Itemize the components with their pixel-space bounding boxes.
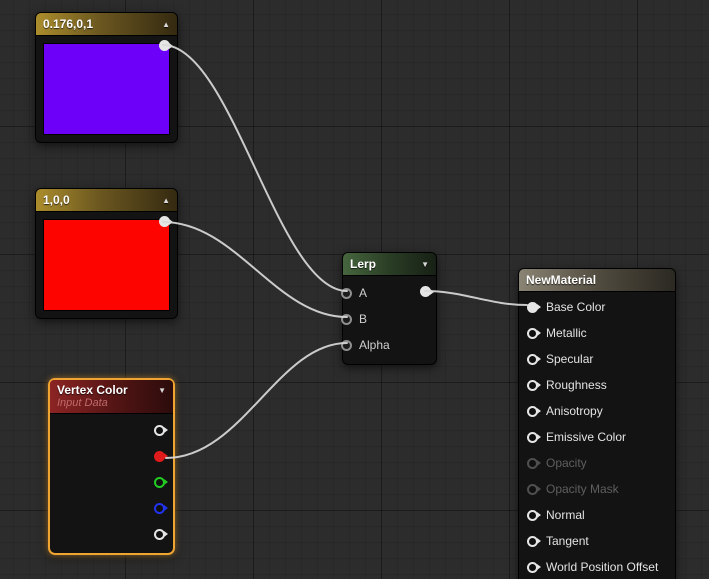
constant-color-node-red[interactable]: 1,0,0 ▲ — [35, 188, 178, 319]
lerp-input-pin-b[interactable] — [341, 313, 352, 325]
material-input-row[interactable]: Tangent — [519, 528, 675, 554]
output-pin[interactable] — [159, 216, 170, 227]
vertex-output-row-a — [50, 521, 173, 547]
material-input-row[interactable]: Normal — [519, 502, 675, 528]
node-body: Base Color Metallic Specular Roughness A… — [519, 292, 675, 579]
color-swatch[interactable] — [43, 219, 170, 311]
vertex-output-row-g — [50, 469, 173, 495]
collapse-down-icon[interactable]: ▼ — [158, 386, 166, 395]
input-pin-opacity-mask[interactable] — [527, 483, 538, 495]
lerp-input-row-alpha: Alpha — [341, 332, 436, 358]
g-output-pin[interactable] — [154, 476, 165, 488]
node-header[interactable]: Lerp ▼ — [343, 253, 436, 276]
material-input-row[interactable]: Specular — [519, 346, 675, 372]
input-pin-base-color[interactable] — [527, 301, 538, 313]
vertex-output-row-r — [50, 443, 173, 469]
a-output-pin[interactable] — [154, 528, 165, 540]
collapse-up-icon[interactable]: ▲ — [162, 20, 170, 29]
material-result-node[interactable]: NewMaterial Base Color Metallic Specular… — [518, 268, 676, 579]
wire-red-to-lerp-b[interactable] — [162, 221, 348, 318]
node-body — [36, 212, 177, 318]
input-pin-world-position-offset[interactable] — [527, 561, 538, 573]
lerp-input-label: B — [359, 312, 368, 326]
material-input-label: Normal — [546, 508, 585, 522]
node-header[interactable]: 0.176,0,1 ▲ — [36, 13, 177, 36]
output-pin[interactable] — [420, 286, 431, 297]
material-input-label: Emissive Color — [546, 430, 627, 444]
material-input-label: Metallic — [546, 326, 587, 340]
node-title: NewMaterial — [526, 273, 597, 287]
r-output-pin[interactable] — [154, 450, 165, 462]
wire-lerp-to-basecolor[interactable] — [424, 290, 528, 306]
rgb-output-pin[interactable] — [154, 424, 165, 436]
material-input-row[interactable]: Base Color — [519, 294, 675, 320]
input-pin-tangent[interactable] — [527, 535, 538, 547]
color-swatch[interactable] — [43, 43, 170, 135]
lerp-input-label: A — [359, 286, 368, 300]
node-header[interactable]: Vertex Color ▼ Input Data — [50, 380, 173, 414]
node-body — [36, 36, 177, 142]
lerp-input-pin-alpha[interactable] — [341, 339, 352, 351]
input-pin-normal[interactable] — [527, 509, 538, 521]
vertex-output-row-rgb — [50, 417, 173, 443]
material-input-row[interactable]: Opacity Mask — [519, 476, 675, 502]
vertex-color-node[interactable]: Vertex Color ▼ Input Data — [48, 378, 175, 555]
b-output-pin[interactable] — [154, 502, 165, 514]
node-subtitle: Input Data — [57, 397, 108, 409]
material-input-row[interactable]: Anisotropy — [519, 398, 675, 424]
material-input-label: Tangent — [546, 534, 589, 548]
input-pin-roughness[interactable] — [527, 379, 538, 391]
node-title: Lerp — [350, 257, 377, 271]
wire-purple-to-lerp-a[interactable] — [162, 44, 348, 292]
material-input-label: Specular — [546, 352, 594, 366]
node-body: A B Alpha — [341, 276, 436, 364]
wire-vertexcolor-r-to-lerp-alpha[interactable] — [165, 342, 348, 459]
material-input-row[interactable]: World Position Offset — [519, 554, 675, 579]
node-header[interactable]: NewMaterial — [519, 269, 675, 292]
material-input-label: Roughness — [546, 378, 607, 392]
collapse-down-icon[interactable]: ▼ — [421, 260, 429, 269]
node-title: 1,0,0 — [43, 193, 70, 207]
material-input-label: Opacity Mask — [546, 482, 619, 496]
material-graph-canvas[interactable]: 0.176,0,1 ▲ 1,0,0 ▲ Lerp ▼ A B Alpha Ver… — [0, 0, 709, 579]
input-pin-anisotropy[interactable] — [527, 405, 538, 417]
node-title: Vertex Color — [57, 383, 128, 397]
material-input-label: Anisotropy — [546, 404, 603, 418]
material-input-row[interactable]: Emissive Color — [519, 424, 675, 450]
lerp-input-pin-a[interactable] — [341, 287, 352, 299]
node-title: 0.176,0,1 — [43, 17, 94, 31]
node-header[interactable]: 1,0,0 ▲ — [36, 189, 177, 212]
input-pin-emissive-color[interactable] — [527, 431, 538, 443]
material-input-row[interactable]: Metallic — [519, 320, 675, 346]
input-pin-opacity[interactable] — [527, 457, 538, 469]
input-pin-metallic[interactable] — [527, 327, 538, 339]
constant-color-node-purple[interactable]: 0.176,0,1 ▲ — [35, 12, 178, 143]
material-input-row[interactable]: Roughness — [519, 372, 675, 398]
lerp-input-row-b: B — [341, 306, 436, 332]
material-input-label: World Position Offset — [546, 560, 659, 574]
node-body — [50, 414, 173, 553]
output-pin[interactable] — [159, 40, 170, 51]
material-input-label: Opacity — [546, 456, 587, 470]
vertex-output-row-b — [50, 495, 173, 521]
input-pin-specular[interactable] — [527, 353, 538, 365]
lerp-node[interactable]: Lerp ▼ A B Alpha — [341, 252, 437, 365]
collapse-up-icon[interactable]: ▲ — [162, 196, 170, 205]
material-input-label: Base Color — [546, 300, 606, 314]
material-input-row[interactable]: Opacity — [519, 450, 675, 476]
lerp-input-label: Alpha — [359, 338, 390, 352]
